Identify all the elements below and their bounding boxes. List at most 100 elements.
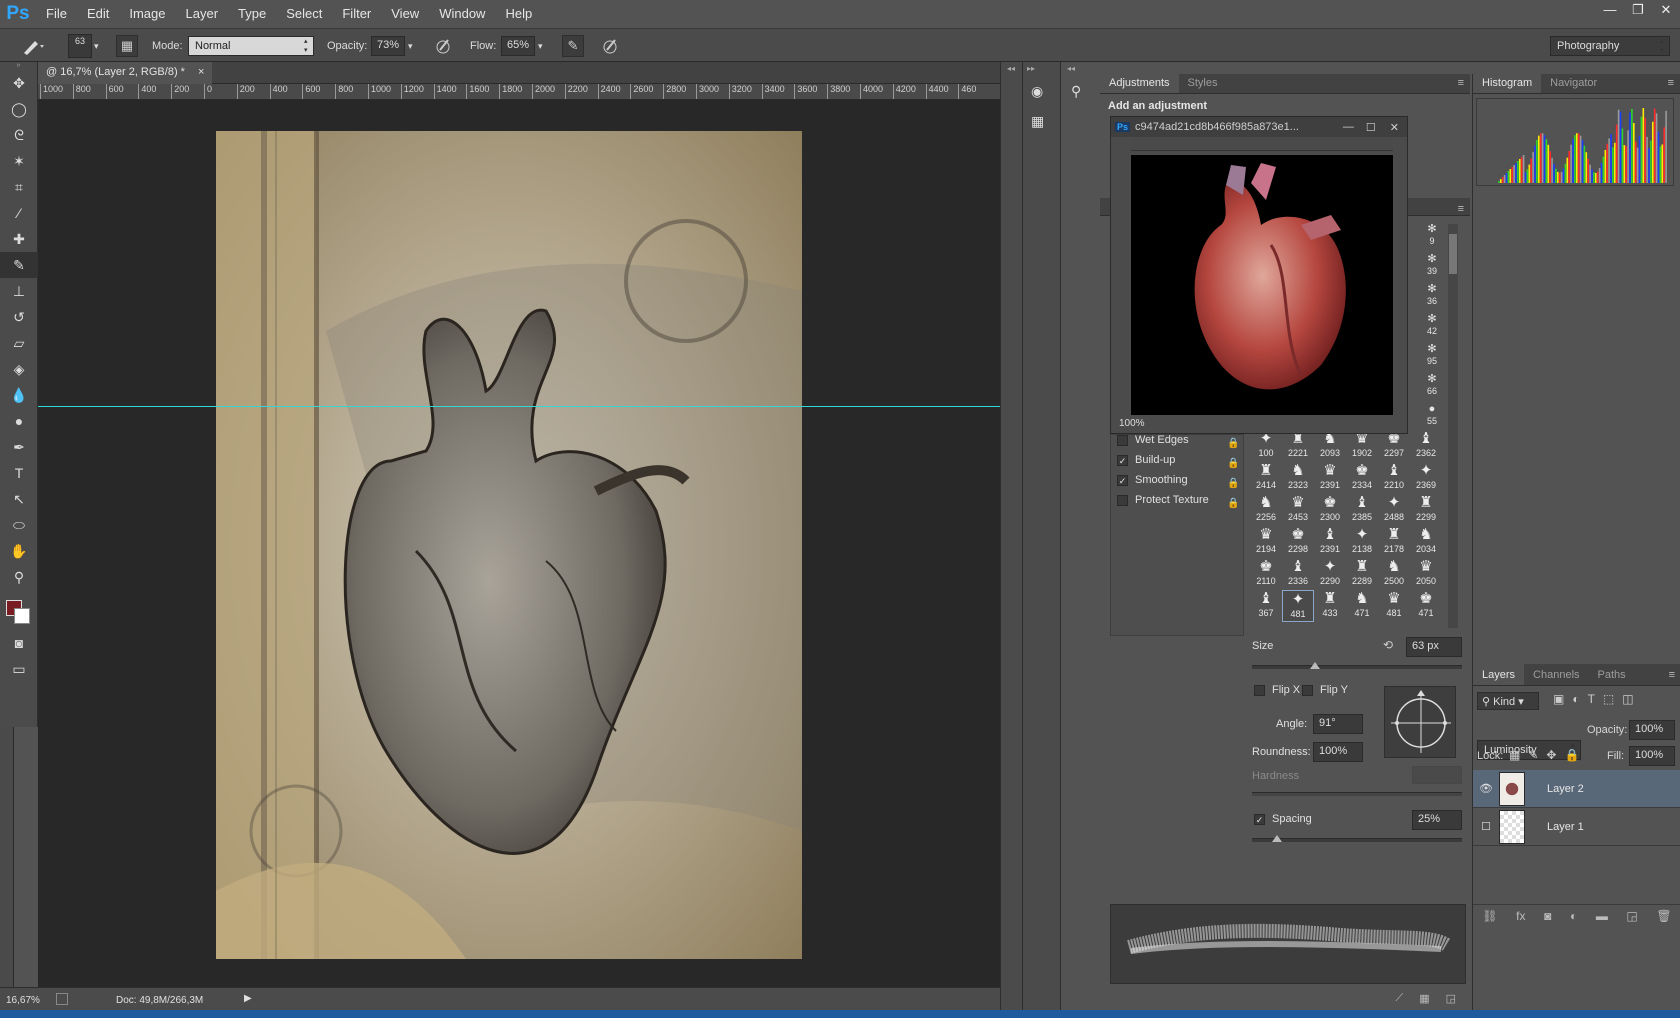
brush-tip-cell[interactable]: ♝ 2336 <box>1282 558 1314 590</box>
brush-tip-cell[interactable]: ♞ 2034 <box>1410 526 1442 558</box>
zoom-tool-icon[interactable]: ⚲ <box>0 564 38 590</box>
lock-icons[interactable]: ▦✎✥🔒 <box>1509 748 1587 762</box>
menu-image[interactable]: Image <box>119 0 175 28</box>
tab-navigator[interactable]: Navigator <box>1541 72 1606 93</box>
flip-y-checkbox[interactable] <box>1302 684 1313 696</box>
brush-column-item[interactable]: ● 55 <box>1412 402 1452 426</box>
brush-tip-cell[interactable]: ♚ 2110 <box>1250 558 1282 590</box>
move-tool-icon[interactable]: ✥ <box>0 70 38 96</box>
horizontal-ruler[interactable]: 1000 800 600 400 200 0 200 400 600 800 1000 1200 140… <box>38 84 1000 100</box>
brush-tip-cell[interactable]: ♝ 2210 <box>1378 462 1410 494</box>
crop-tool-icon[interactable]: ⌗ <box>0 174 38 200</box>
brush-column-item[interactable]: ✻ 39 <box>1412 252 1452 276</box>
new-layer-icon[interactable]: ◲ <box>1626 909 1637 928</box>
build-up-checkbox[interactable]: ✓ <box>1117 454 1128 466</box>
brush-tip-cell[interactable]: ✦ 481 <box>1282 590 1314 622</box>
brush-tip-cell[interactable]: ♜ 2178 <box>1378 526 1410 558</box>
brush-tip-cell[interactable]: ♚ 471 <box>1410 590 1442 622</box>
magic-wand-tool-icon[interactable]: ✶ <box>0 148 38 174</box>
pressure-size-icon[interactable] <box>600 36 620 56</box>
tab-channels[interactable]: Channels <box>1524 664 1588 685</box>
floating-image-window[interactable]: Ps c9474ad21cd8b466f985a873e1... — ☐ ✕ 1… <box>1110 116 1408 434</box>
brush-tip-cell[interactable]: ✦ 2290 <box>1314 558 1346 590</box>
build-up-lock-icon[interactable]: 🔒 <box>1227 454 1239 474</box>
brush-tip-cell[interactable]: ♞ 2093 <box>1314 430 1346 462</box>
flip-y-row[interactable]: Flip Y <box>1302 684 1348 696</box>
spacing-slider[interactable] <box>1252 835 1462 842</box>
pressure-opacity-icon[interactable] <box>433 36 453 56</box>
tab-histogram[interactable]: Histogram <box>1473 72 1542 93</box>
protect-texture-checkbox[interactable] <box>1117 494 1128 506</box>
wet-edges-lock-icon[interactable]: 🔒 <box>1227 434 1239 454</box>
type-tool-icon[interactable]: T <box>0 460 38 486</box>
color-palette-icon[interactable]: ◉ <box>1031 83 1053 105</box>
brush-tip-cell[interactable]: ♚ 2300 <box>1314 494 1346 526</box>
brush-tip-cell[interactable]: ♚ 2297 <box>1378 430 1410 462</box>
menu-window[interactable]: Window <box>429 0 495 28</box>
brush-tip-cell[interactable]: ♝ 367 <box>1250 590 1282 622</box>
zoom-readout[interactable]: 16,67% <box>6 995 40 1006</box>
paint-bucket-tool-icon[interactable]: ◈ <box>0 356 38 382</box>
brush-tip-cell[interactable]: ♛ 481 <box>1378 590 1410 622</box>
dock2-expand-icon[interactable]: ▸▸ <box>1023 62 1060 75</box>
brush-tip-cell[interactable]: ♞ 2323 <box>1282 462 1314 494</box>
brush-tool-icon[interactable]: ✎ <box>0 252 38 278</box>
brush-size-preview[interactable]: 63 <box>68 34 92 58</box>
brush-tip-cell[interactable]: ♚ 2334 <box>1346 462 1378 494</box>
size-slider[interactable] <box>1252 662 1462 669</box>
eraser-tool-icon[interactable]: ▱ <box>0 330 38 356</box>
smoothing-checkbox[interactable]: ✓ <box>1117 474 1128 486</box>
floating-restore-icon[interactable]: ☐ <box>1360 121 1382 134</box>
reset-size-icon[interactable]: ⟲ <box>1383 638 1393 652</box>
opacity-arrow-icon[interactable]: ▾ <box>408 41 413 52</box>
quick-mask-icon[interactable]: ◙ <box>0 630 38 656</box>
clone-stamp-tool-icon[interactable]: ⊥ <box>0 278 38 304</box>
floating-close-icon[interactable]: ✕ <box>1382 121 1407 134</box>
toggle-live-tip-icon[interactable]: ⟋ <box>1395 992 1403 1006</box>
brush-column-item[interactable]: ✻ 66 <box>1412 372 1452 396</box>
layer-visibility-eye-icon[interactable]: 👁 <box>1473 782 1499 795</box>
document-tab[interactable]: @ 16,7% (Layer 2, RGB/8) * × <box>38 62 213 84</box>
wet-edges-row[interactable]: Wet Edges <box>1117 434 1189 446</box>
ellipse-tool-icon[interactable]: ⬭ <box>0 512 38 538</box>
brush-tip-cell[interactable]: ♞ 471 <box>1346 590 1378 622</box>
size-input[interactable]: 63 px <box>1406 637 1462 657</box>
airbrush-icon[interactable]: ✎ <box>562 35 584 57</box>
brush-tip-cell[interactable]: ♜ 2221 <box>1282 430 1314 462</box>
brush-tip-cell[interactable]: ♝ 2391 <box>1314 526 1346 558</box>
layer-visibility-eye-icon[interactable]: ☐ <box>1473 820 1499 833</box>
angle-roundness-widget[interactable] <box>1384 686 1456 758</box>
dodge-tool-icon[interactable]: ● <box>0 408 38 434</box>
guide-line[interactable] <box>38 406 1000 407</box>
wet-edges-checkbox[interactable] <box>1117 434 1128 446</box>
tab-paths[interactable]: Paths <box>1589 664 1635 685</box>
layers-menu-icon[interactable]: ≡ <box>1663 669 1680 685</box>
pen-tool-icon[interactable]: ✒ <box>0 434 38 460</box>
history-brush-tool-icon[interactable]: ↺ <box>0 304 38 330</box>
brush-tip-cell[interactable]: ♜ 2414 <box>1250 462 1282 494</box>
restore-button[interactable]: ❐ <box>1624 0 1652 22</box>
brush-tool-preset-icon[interactable] <box>20 36 46 56</box>
path-selection-tool-icon[interactable]: ↖ <box>0 486 38 512</box>
brush-tip-cell[interactable]: ♛ 2391 <box>1314 462 1346 494</box>
floating-zoom[interactable]: 100% <box>1119 418 1145 429</box>
flow-input[interactable]: 65% <box>501 36 535 56</box>
layer-opacity-input[interactable]: 100% <box>1629 720 1675 740</box>
heart-photo[interactable] <box>1131 155 1393 417</box>
brush-column-item[interactable]: ✻ 95 <box>1412 342 1452 366</box>
brush-column-item[interactable]: ✻ 9 <box>1412 222 1452 246</box>
screen-mode-icon[interactable]: ▭ <box>0 656 38 682</box>
artwork-image[interactable] <box>216 131 802 959</box>
dock3-collapse-icon[interactable]: ◂◂ <box>1061 62 1100 75</box>
mode-dropdown[interactable]: Normal <box>188 36 314 56</box>
brush-tip-cell[interactable]: ♝ 2362 <box>1410 430 1442 462</box>
brush-grid-icon[interactable]: ▦ <box>1419 992 1429 1006</box>
protect-texture-lock-icon[interactable]: 🔒 <box>1227 494 1239 514</box>
flip-x-row[interactable]: Flip X <box>1254 684 1300 696</box>
brush-tip-cell[interactable]: ♜ 2289 <box>1346 558 1378 590</box>
menu-type[interactable]: Type <box>228 0 276 28</box>
layer-style-icon[interactable]: fx <box>1516 909 1525 928</box>
status-share-icon[interactable] <box>56 993 68 1005</box>
angle-input[interactable]: 91° <box>1313 714 1363 734</box>
brush-tip-cell[interactable]: ♞ 2256 <box>1250 494 1282 526</box>
